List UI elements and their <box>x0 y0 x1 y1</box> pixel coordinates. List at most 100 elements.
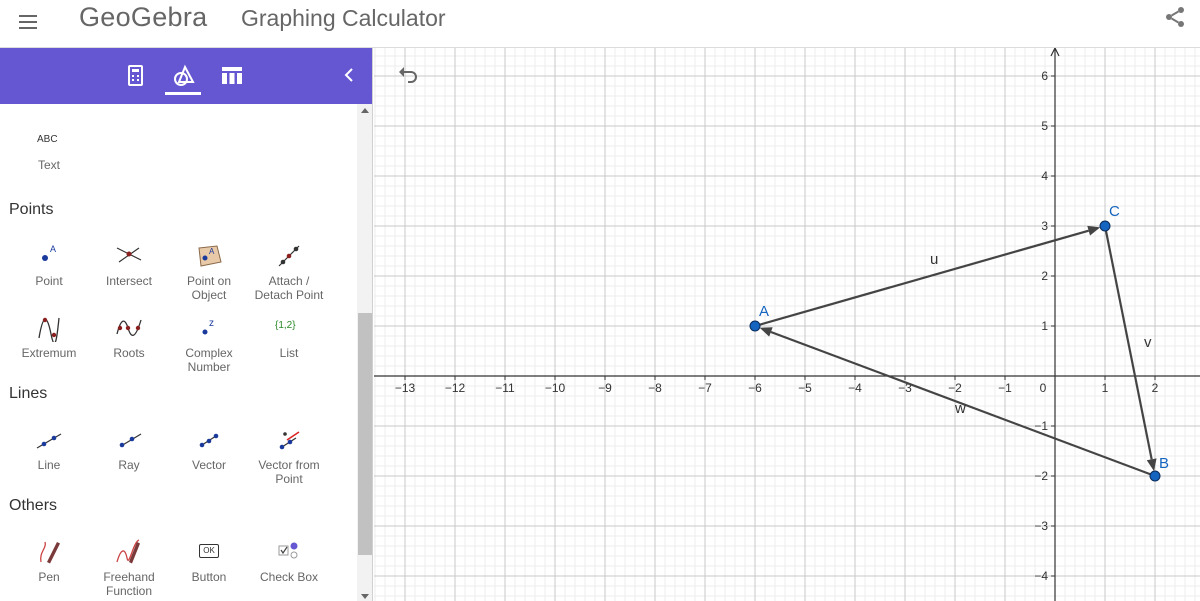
text-icon-label: ABC <box>37 134 58 145</box>
x-tick-label: 2 <box>1152 381 1159 395</box>
sidebar-tab-bar <box>0 48 372 104</box>
tool-intersect[interactable]: Intersect <box>89 240 169 306</box>
point-label-A: A <box>759 303 769 320</box>
y-tick-label: 6 <box>1041 69 1048 83</box>
tools-icon <box>174 64 195 86</box>
undo-icon[interactable] <box>396 64 422 86</box>
section-title-lines: Lines <box>9 385 48 402</box>
tool-label: List <box>279 346 299 360</box>
extremum-icon <box>38 317 60 342</box>
tool-ray[interactable]: Ray <box>89 424 169 490</box>
point-label-C: C <box>1109 203 1120 220</box>
y-tick-label: −4 <box>1034 569 1048 583</box>
point-label-B: B <box>1159 455 1169 472</box>
tab-table[interactable] <box>213 60 249 94</box>
tool-label: Line <box>37 458 61 472</box>
tool-label: Point on Object <box>186 274 232 302</box>
vector-label-v: v <box>1144 334 1152 351</box>
line-icon <box>36 433 62 449</box>
vector-w-arrowhead <box>759 327 773 337</box>
x-tick-label: −9 <box>598 381 612 395</box>
scroll-thumb[interactable] <box>358 313 372 555</box>
tool-label: Intersect <box>105 274 153 288</box>
complex-number-icon: z <box>202 318 214 335</box>
y-tick-label: −3 <box>1034 519 1048 533</box>
tab-tools[interactable] <box>165 60 201 94</box>
list-icon: {1,2} <box>273 314 305 342</box>
tool-list: ABC Text Points A Point Intersect A Poin… <box>0 104 357 601</box>
x-tick-label: −5 <box>798 381 812 395</box>
svg-text:A: A <box>209 247 215 256</box>
tool-attach-detach[interactable]: Attach / Detach Point <box>249 240 329 306</box>
geogebra-logo: GeoGebra <box>79 2 208 32</box>
vector-icon <box>199 433 219 448</box>
tool-pen[interactable]: Pen <box>9 536 89 601</box>
tool-label: Complex Number <box>185 346 233 374</box>
tab-algebra[interactable] <box>117 60 153 94</box>
tool-line[interactable]: Line <box>9 424 89 490</box>
y-tick-label: −2 <box>1034 469 1048 483</box>
list-icon-text: {1,2} <box>275 320 296 331</box>
point-B <box>1149 470 1161 482</box>
tools-sidebar: ABC Text Points A Point Intersect A Poin… <box>0 48 373 601</box>
button-icon-text: OK <box>199 544 219 558</box>
tool-button[interactable]: OK Button <box>169 536 249 601</box>
tool-label: Ray <box>118 458 140 472</box>
tool-extremum[interactable]: Extremum <box>9 312 89 378</box>
y-tick-label: 1 <box>1041 319 1048 333</box>
x-tick-label: −4 <box>848 381 862 395</box>
intersect-icon <box>116 247 142 263</box>
point-A <box>749 320 761 332</box>
vector-from-point-icon <box>279 431 300 450</box>
tool-point[interactable]: A Point <box>9 240 89 306</box>
text-icon: ABC <box>33 126 65 154</box>
svg-text:A: A <box>50 244 56 254</box>
chevron-left-icon[interactable] <box>338 64 360 86</box>
origin-label: 0 <box>1040 381 1047 395</box>
sidebar-scrollbar[interactable] <box>357 104 372 601</box>
svg-text:z: z <box>209 318 214 329</box>
tool-point-on-object[interactable]: A Point on Object <box>169 240 249 306</box>
y-tick-label: 5 <box>1041 119 1048 133</box>
x-tick-label: −12 <box>445 381 466 395</box>
checkbox-icon <box>278 542 298 559</box>
vector-label-u: u <box>930 251 938 268</box>
section-title-others: Others <box>9 497 58 514</box>
hamburger-menu-button[interactable] <box>17 13 39 33</box>
point-C <box>1099 220 1111 232</box>
tool-freehand-function[interactable]: Freehand Function <box>89 536 169 601</box>
button-icon: OK <box>193 538 225 566</box>
tool-label: Text <box>37 158 60 172</box>
vector-u-arrowhead <box>1087 225 1101 236</box>
point-icon: A <box>42 244 56 261</box>
tool-list[interactable]: {1,2} List <box>249 312 329 378</box>
graphics-view[interactable]: −13 −12 −11 −10 −9 −8 −7 −6 −5 −4 −3 −2 −1 1 2 −4 −3 −2 −1… <box>374 48 1200 601</box>
tool-label: Check Box <box>259 570 319 584</box>
x-tick-label: −11 <box>495 381 515 395</box>
scroll-up-arrow[interactable] <box>361 108 369 113</box>
share-icon[interactable] <box>1163 5 1189 29</box>
calculator-icon <box>128 65 143 86</box>
tool-check-box[interactable]: Check Box <box>249 536 329 601</box>
tool-label: Point <box>35 274 63 288</box>
y-tick-label: 2 <box>1041 269 1048 283</box>
tool-label: Extremum <box>21 346 77 360</box>
tool-label: Pen <box>38 570 60 584</box>
app-title: Graphing Calculator <box>241 5 446 31</box>
tool-complex-number[interactable]: z Complex Number <box>169 312 249 378</box>
x-tick-label: −13 <box>395 381 416 395</box>
tool-vector[interactable]: Vector <box>169 424 249 490</box>
ray-icon <box>119 433 142 448</box>
y-tick-label: 4 <box>1041 169 1048 183</box>
scroll-down-arrow[interactable] <box>361 594 369 599</box>
x-tick-label: −1 <box>998 381 1012 395</box>
pen-icon <box>40 541 60 564</box>
tool-text[interactable]: ABC Text <box>9 124 89 190</box>
attach-detach-icon <box>278 245 300 267</box>
tool-roots[interactable]: Roots <box>89 312 169 378</box>
x-tick-label: −6 <box>748 381 762 395</box>
tool-vector-from-point[interactable]: Vector from Point <box>249 424 329 490</box>
coordinate-plane[interactable]: −13 −12 −11 −10 −9 −8 −7 −6 −5 −4 −3 −2 −1 1 2−4−3−2−1… <box>374 48 1200 601</box>
app-header: GeoGebra Graphing Calculator <box>0 0 1200 48</box>
x-tick-label: 1 <box>1102 381 1109 395</box>
